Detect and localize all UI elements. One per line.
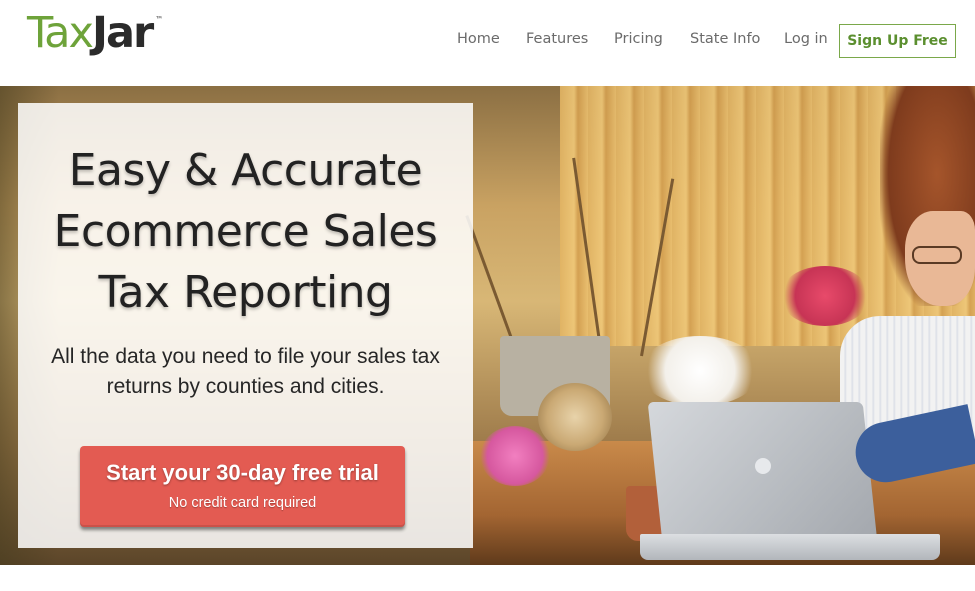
headline-line: Tax Reporting (98, 267, 393, 318)
headline-line: Easy & Accurate (68, 145, 423, 196)
logo-text-jar: Jar (91, 8, 154, 58)
woman-glasses (912, 246, 962, 264)
taxjar-logo[interactable]: TaxJar ™ (27, 12, 163, 55)
laptop-base (640, 534, 940, 560)
red-flowers (780, 266, 870, 326)
hero-headline: Easy & Accurate Ecommerce Sales Tax Repo… (18, 140, 473, 323)
white-daisies (640, 336, 760, 406)
hero-card: Easy & Accurate Ecommerce Sales Tax Repo… (18, 103, 473, 548)
apple-logo-icon (755, 458, 771, 474)
nav-login-link[interactable]: Log in (784, 31, 828, 47)
cta-main-label: Start your 30-day free trial (106, 460, 379, 485)
nav-pricing-link[interactable]: Pricing (614, 31, 663, 47)
nav-state-info-link[interactable]: State Info (690, 31, 760, 47)
nav-features-link[interactable]: Features (526, 31, 588, 47)
hero-section: Easy & Accurate Ecommerce Sales Tax Repo… (0, 86, 975, 565)
pink-flowers (480, 426, 550, 486)
nav-home-link[interactable]: Home (457, 31, 500, 47)
cta-sub-label: No credit card required (168, 495, 317, 511)
site-header: TaxJar ™ Home Features Pricing State Inf… (0, 0, 975, 86)
logo-text-tax: Tax (27, 8, 94, 58)
trademark-symbol: ™ (155, 15, 164, 24)
hero-subtext: All the data you need to file your sales… (51, 345, 440, 398)
start-free-trial-button[interactable]: Start your 30-day free trial No credit c… (80, 446, 405, 527)
headline-line: Ecommerce Sales (53, 206, 438, 257)
sign-up-free-button[interactable]: Sign Up Free (839, 24, 956, 58)
wood-slice-decor (538, 383, 612, 451)
